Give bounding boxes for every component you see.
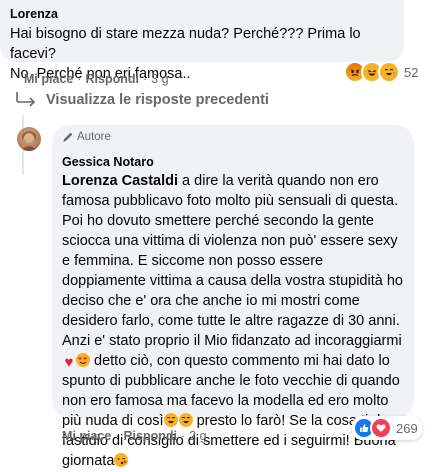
like-button[interactable]: Mi piace [24, 72, 73, 86]
rofl-icon [178, 413, 193, 427]
comment-actions: Mi piace · Rispondi · 3 g [24, 72, 169, 86]
comment-text-part: a dire la verità quando non ero famosa p… [62, 173, 403, 349]
reply-actions: Mi piace · Rispondi · 2 g [62, 429, 207, 443]
avatar[interactable] [17, 127, 41, 151]
mention-link[interactable]: Lorenza Castaldi [62, 173, 178, 189]
comment-bubble: Lorenza Hai bisogno di stare mezza nuda?… [0, 0, 404, 82]
reply-button[interactable]: Rispondi [86, 72, 139, 86]
love-icon [370, 417, 392, 439]
author-badge-label: Autore [77, 131, 111, 143]
laughing-icon [378, 61, 400, 83]
reaction-count: 269 [396, 420, 418, 436]
kissing-face-icon [114, 453, 129, 467]
like-button[interactable]: Mi piace [62, 429, 111, 443]
view-previous-replies-link[interactable]: Visualizza le risposte precedenti [14, 92, 269, 108]
comment-timestamp[interactable]: 2 g [189, 429, 206, 443]
pencil-icon [63, 132, 73, 142]
view-previous-replies-label: Visualizza le risposte precedenti [46, 92, 269, 108]
reply-arrow-icon [16, 92, 36, 107]
separator: · [180, 429, 186, 443]
reply-bubble: Autore Gessica Notaro Lorenza Castaldi a… [52, 125, 414, 469]
reactions-summary[interactable]: 269 [352, 416, 422, 440]
comment-author[interactable]: Gessica Notaro [62, 154, 404, 170]
comment-author[interactable]: Lorenza [10, 6, 394, 22]
reaction-count: 52 [404, 64, 419, 80]
separator: · [115, 429, 120, 443]
reply-button[interactable]: Rispondi [124, 429, 177, 443]
comment-timestamp[interactable]: 3 g [151, 72, 168, 86]
heart-icon: ♥ [64, 354, 74, 371]
heart-eyes-icon [76, 353, 90, 367]
separator: · [77, 72, 82, 86]
reactions-summary[interactable]: 52 [344, 61, 418, 83]
author-badge: Autore [62, 130, 404, 144]
rofl-icon [163, 413, 178, 427]
separator: · [142, 72, 148, 86]
